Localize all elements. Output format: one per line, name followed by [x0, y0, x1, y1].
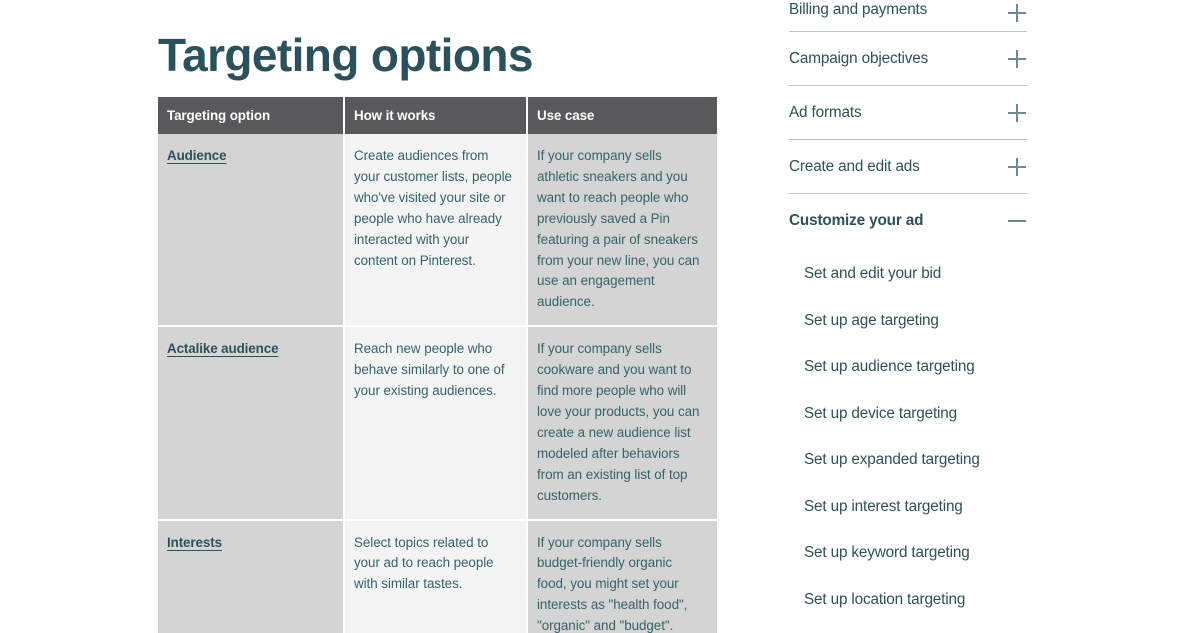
targeting-option-link[interactable]: Audience: [167, 148, 227, 163]
table-header-row: Targeting option How it works Use case: [158, 97, 717, 134]
cell-how-it-works: Select topics related to your ad to reac…: [344, 519, 528, 633]
cell-use-case: If your company sells cookware and you w…: [527, 326, 717, 521]
column-header-how-it-works: How it works: [344, 97, 528, 134]
sidebar-item-create-and-edit-ads[interactable]: Create and edit ads: [789, 140, 1027, 194]
sidebar-subitem-set-up-expanded-targeting[interactable]: Set up expanded targeting: [789, 450, 1027, 470]
sidebar-subitem-set-up-interest-targeting[interactable]: Set up interest targeting: [789, 497, 1027, 517]
table-row: Audience Create audiences from your cust…: [158, 134, 717, 328]
cell-use-case: If your company sells budget-friendly or…: [527, 519, 717, 633]
targeting-options-table: Targeting option How it works Use case A…: [158, 97, 717, 633]
plus-icon[interactable]: [1008, 49, 1026, 68]
accordion-label: Billing and payments: [789, 1, 928, 18]
sidebar-item-ad-formats[interactable]: Ad formats: [789, 86, 1027, 140]
sidebar-subitem-set-up-location-targeting[interactable]: Set up location targeting: [789, 590, 1027, 610]
accordion-label: Create and edit ads: [789, 157, 920, 175]
page-title: Targeting options: [158, 28, 533, 81]
cell-targeting-option: Audience: [158, 134, 345, 328]
cell-targeting-option: Actalike audience: [158, 326, 345, 521]
table-row: Actalike audience Reach new people who b…: [158, 326, 717, 521]
cell-how-it-works: Reach new people who behave similarly to…: [344, 326, 528, 521]
plus-icon[interactable]: [1008, 157, 1026, 176]
plus-icon[interactable]: [1008, 103, 1026, 122]
table-body: Audience Create audiences from your cust…: [158, 134, 717, 633]
sidebar-sublist-customize-your-ad: Set and edit your bid Set up age targeti…: [789, 248, 1027, 610]
page-root: Targeting options Targeting option How i…: [0, 0, 1200, 633]
cell-targeting-option: Interests: [158, 519, 345, 633]
sidebar-item-campaign-objectives[interactable]: Campaign objectives: [789, 32, 1027, 86]
plus-icon[interactable]: [1008, 4, 1026, 22]
targeting-option-link[interactable]: Interests: [167, 535, 222, 550]
sidebar-navigation: Billing and payments Campaign objectives…: [789, 0, 1027, 633]
main-content: Targeting options Targeting option How i…: [0, 0, 760, 633]
cell-use-case: If your company sells athletic sneakers …: [527, 134, 717, 328]
sidebar-subitem-set-up-age-targeting[interactable]: Set up age targeting: [789, 311, 1027, 331]
sidebar-item-billing-and-payments[interactable]: Billing and payments: [789, 0, 1027, 32]
table-row: Interests Select topics related to your …: [158, 519, 717, 633]
cell-how-it-works: Create audiences from your customer list…: [344, 134, 528, 328]
column-header-targeting-option: Targeting option: [158, 97, 345, 134]
targeting-table-container: Targeting option How it works Use case A…: [158, 97, 717, 633]
accordion-label: Ad formats: [789, 103, 862, 121]
accordion-label: Customize your ad: [789, 212, 924, 229]
sidebar-subitem-set-up-keyword-targeting[interactable]: Set up keyword targeting: [789, 543, 1027, 563]
minus-icon[interactable]: [1008, 212, 1026, 230]
sidebar-item-customize-your-ad[interactable]: Customize your ad: [789, 194, 1027, 248]
sidebar-subitem-set-up-device-targeting[interactable]: Set up device targeting: [789, 404, 1027, 424]
column-header-use-case: Use case: [527, 97, 717, 134]
targeting-option-link[interactable]: Actalike audience: [167, 341, 279, 356]
accordion-label: Campaign objectives: [789, 49, 929, 67]
sidebar-subitem-set-up-audience-targeting[interactable]: Set up audience targeting: [789, 357, 1027, 377]
sidebar-subitem-set-and-edit-your-bid[interactable]: Set and edit your bid: [789, 264, 1027, 284]
